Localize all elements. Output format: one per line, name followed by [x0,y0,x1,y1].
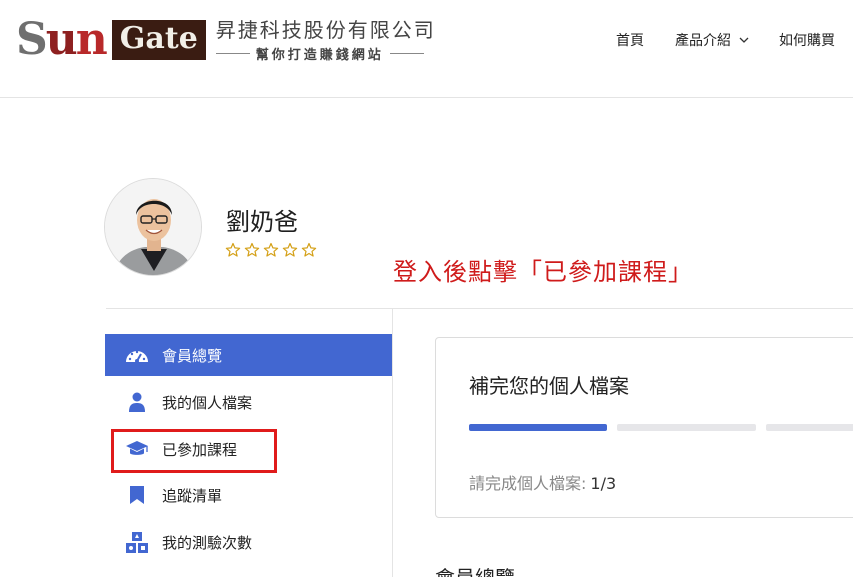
logo-text: 昇捷科技股份有限公司 幫你打造賺錢網站 [215,17,436,63]
site-header: Sun Gate 昇捷科技股份有限公司 幫你打造賺錢網站 首頁 產品介紹 如何購… [0,0,853,98]
completion-status-value: 1/3 [590,474,617,493]
logo-sun-wordmark: Sun [16,18,108,62]
progress-step-complete [469,424,607,431]
logo-letter-n: n [75,14,108,65]
sidebar-item-dashboard[interactable]: 會員總覽 [105,334,392,376]
avatar-photo [105,179,201,275]
sidebar-item-my-profile[interactable]: 我的個人檔案 [105,381,392,423]
sidebar-item-wishlist[interactable]: 追蹤清單 [105,474,392,516]
sidebar-item-label: 我的個人檔案 [162,393,253,412]
sungate-logo[interactable]: Sun Gate 昇捷科技股份有限公司 幫你打造賺錢網站 [16,16,436,64]
slogan: 幫你打造賺錢網站 [255,47,384,63]
rating-stars [225,242,317,258]
dashboard-icon [125,344,149,366]
completion-status-label: 請完成個人檔案: [469,474,587,493]
bookmark-icon [125,484,149,506]
star-outline-icon [301,242,317,257]
star-outline-icon [263,242,279,257]
logo-gate-wordmark: Gate [111,20,206,60]
logo-letter-s: S [16,14,48,65]
instruction-annotation: 登入後點擊「已參加課程」 [393,258,693,286]
sidebar-divider [392,308,393,577]
slogan-line-left [215,52,250,54]
company-name: 昇捷科技股份有限公司 [215,17,436,42]
completion-status: 請完成個人檔案: 1/3 [469,470,616,494]
sidebar-item-label: 會員總覽 [162,346,223,365]
section-title: 會員總覽 [435,562,515,577]
slogan-row: 幫你打造賺錢網站 [215,44,436,63]
shapes-icon [125,531,149,553]
logo-letter-u: u [45,14,78,65]
nav-products-label: 產品介紹 [675,33,731,49]
main-nav: 首頁 產品介紹 如何購買 [616,30,853,50]
sidebar-item-label: 追蹤清單 [162,486,223,505]
star-outline-icon [282,242,298,257]
nav-how-to-buy[interactable]: 如何購買 [779,30,835,50]
progress-step-incomplete [766,424,853,431]
progress-step-incomplete [617,424,756,431]
sidebar-item-quiz-attempts[interactable]: 我的測驗次數 [105,521,392,563]
profile-divider [106,308,853,309]
user-icon [125,391,149,413]
slogan-line-right [389,52,424,54]
nav-home[interactable]: 首頁 [616,30,644,50]
highlight-box [111,429,277,473]
user-name: 劉奶爸 [226,208,298,236]
avatar[interactable] [104,178,202,276]
profile-completion-card: 補完您的個人檔案 請完成個人檔案: 1/3 [435,337,853,518]
sidebar-item-label: 我的測驗次數 [162,533,253,552]
chevron-down-icon [739,37,749,43]
card-title: 補完您的個人檔案 [469,374,629,398]
nav-products[interactable]: 產品介紹 [675,30,749,50]
star-outline-icon [244,242,260,257]
star-outline-icon [225,242,241,257]
